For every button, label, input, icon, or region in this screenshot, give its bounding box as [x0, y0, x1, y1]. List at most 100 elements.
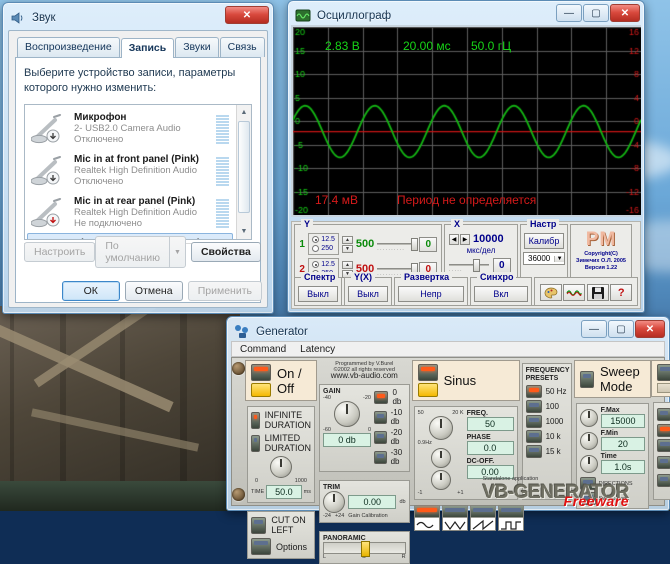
ok-button[interactable]: ОК — [61, 281, 120, 301]
list-item[interactable]: Mic in at rear panel (Pink) Realtek High… — [27, 191, 233, 233]
tab-recording[interactable]: Запись — [120, 38, 175, 58]
channel-2-range-a[interactable]: 12.5 — [312, 260, 335, 269]
sweep-mode-button[interactable]: Sweep Mode — [573, 360, 652, 398]
square-wave-button[interactable] — [497, 505, 524, 531]
maximize-button[interactable]: ▢ — [608, 320, 634, 338]
scrollbar-thumb[interactable] — [238, 121, 250, 213]
sound-window-controls[interactable]: ✕ — [225, 6, 269, 24]
x-zero-button[interactable]: 0 — [493, 258, 511, 273]
limited-duration-button[interactable]: LIMITED DURATION — [251, 433, 311, 453]
minimize-button[interactable]: — — [581, 320, 607, 338]
sample-rate-combo[interactable]: 36000 ▼ — [523, 252, 565, 265]
cancel-button[interactable]: Отмена — [124, 281, 183, 301]
preset-10k[interactable]: 10 k — [525, 430, 568, 443]
sweep-toggle-button[interactable]: Непр — [398, 286, 464, 302]
sync-toggle-button[interactable]: Вкл — [474, 286, 528, 302]
maximize-button[interactable]: ▢ — [583, 4, 609, 22]
palette-icon[interactable] — [539, 284, 562, 301]
fmin-knob[interactable] — [579, 431, 598, 450]
panoramic-slider[interactable] — [323, 541, 406, 557]
device-list-scrollbar[interactable]: ▲ ≡ ▼ — [236, 105, 251, 239]
infinite-duration-button[interactable]: INFINITE DURATION — [251, 410, 311, 430]
cut-on-left-button[interactable]: CUT ON LEFT — [251, 515, 311, 535]
scroll-up-icon[interactable]: ▲ — [237, 105, 251, 120]
close-button[interactable]: ✕ — [610, 4, 640, 22]
sinus-button[interactable]: Sinus — [411, 360, 520, 401]
set-default-split-button[interactable]: По умолчанию ▼ — [95, 236, 186, 268]
sawtooth-wave-button[interactable] — [469, 505, 496, 531]
noise-pink-180[interactable]: PINK 180° — [657, 439, 670, 452]
gain-preset-1[interactable]: -10 db — [374, 408, 406, 426]
channel-1-slider[interactable]: .......... — [377, 237, 419, 252]
configure-button[interactable]: Настроить — [24, 242, 96, 262]
preset-15k[interactable]: 15 k — [525, 445, 568, 458]
oscilloscope-window[interactable]: Осциллограф — ▢ ✕ 2.83 В 20.00 мс 50.0 г… — [287, 0, 645, 313]
dcoff-value[interactable]: 0.00 — [466, 465, 514, 479]
options-button[interactable]: Options — [251, 538, 311, 555]
channel-1-zero-button[interactable]: 0 — [419, 236, 437, 252]
duration-knob[interactable] — [270, 456, 292, 478]
directions-led[interactable] — [579, 477, 596, 490]
phase-value[interactable]: 0.0 — [466, 441, 514, 455]
noise-pink-0[interactable]: PINK 0° — [657, 424, 670, 437]
trim-knob[interactable] — [323, 491, 345, 513]
sound-dialog-window[interactable]: Звук ✕ Воспроизведение Запись Звуки Связ… — [2, 2, 274, 314]
gain-value[interactable]: 0 db — [323, 433, 371, 447]
apply-button[interactable]: Применить — [187, 281, 262, 301]
channel-1-range-radios[interactable]: 12.5 250 — [308, 233, 339, 255]
triangle-wave-button[interactable] — [441, 505, 468, 531]
save-icon[interactable] — [586, 284, 609, 301]
noise-button[interactable]: Noise — [651, 360, 670, 397]
tab-playback[interactable]: Воспроизведение — [17, 37, 120, 57]
set-default-button[interactable]: По умолчанию — [95, 236, 170, 268]
properties-button[interactable]: Свойства — [190, 242, 261, 262]
yx-toggle-button[interactable]: Выкл — [348, 286, 388, 302]
frequency-knob[interactable] — [428, 416, 453, 440]
menu-latency[interactable]: Latency — [300, 344, 335, 355]
time-value[interactable]: 50.0 — [266, 485, 302, 499]
channel-1-range-b[interactable]: 250 — [312, 244, 335, 253]
channel-1-row[interactable]: 1 12.5 250 ▲ ▼ 500 .......... 0 — [299, 233, 437, 255]
preset-50hz[interactable]: 50 Hz — [525, 385, 568, 398]
x-slider[interactable]: ..... — [449, 258, 489, 273]
help-icon[interactable]: ? — [610, 284, 633, 301]
list-item[interactable]: Mic in at front panel (Pink) Realtek Hig… — [27, 149, 233, 191]
x-stepper[interactable]: ◀ ▶ — [449, 233, 470, 245]
tab-sounds[interactable]: Звуки — [175, 37, 219, 57]
recording-device-list[interactable]: Микрофон 2- USB2.0 Camera Audio Отключен… — [24, 104, 252, 240]
noise-pink-stereo[interactable]: PINK STEREO — [657, 454, 670, 470]
sweep-time-value[interactable]: 1.0s — [600, 460, 646, 474]
preset-100[interactable]: 100 — [525, 400, 568, 413]
gain-knob[interactable] — [334, 401, 360, 427]
calibrate-button[interactable]: Калибр — [523, 233, 565, 249]
noise-31-sinus[interactable]: 31 Sinus 1/3 oct — [657, 472, 670, 488]
phase-knob[interactable] — [430, 448, 451, 468]
sound-titlebar[interactable]: Звук ✕ — [4, 4, 272, 31]
close-button[interactable]: ✕ — [225, 6, 269, 24]
freq-value[interactable]: 50 — [466, 417, 514, 431]
channel-1-range-a[interactable]: 12.5 — [312, 235, 335, 244]
power-button[interactable]: On / Off — [245, 360, 317, 401]
minimize-button[interactable]: — — [556, 4, 582, 22]
generator-window-controls[interactable]: — ▢ ✕ — [581, 320, 665, 338]
gain-preset-2[interactable]: -20 db — [374, 428, 406, 446]
spectrum-toggle-button[interactable]: Выкл — [298, 286, 338, 302]
generator-menubar[interactable]: Command Latency — [231, 341, 665, 357]
channel-1-spinner[interactable]: ▲ ▼ — [341, 235, 353, 253]
gain-preset-3[interactable]: -30 db — [374, 448, 406, 466]
dc-offset-knob[interactable] — [430, 470, 451, 490]
noise-dirac-pulse[interactable]: DIRAC PULSE — [657, 406, 670, 422]
oscilloscope-screen[interactable]: 2.83 В 20.00 мс 50.0 гЦ 17.4 мВ Период н… — [291, 25, 641, 217]
oscilloscope-window-controls[interactable]: — ▢ ✕ — [556, 4, 640, 22]
fmax-value[interactable]: 15000 — [600, 414, 646, 428]
list-item[interactable]: Микрофон 2- USB2.0 Camera Audio Отключен… — [27, 107, 233, 149]
sound-tabs[interactable]: Воспроизведение Запись Звуки Связь — [9, 31, 267, 58]
fmax-knob[interactable] — [579, 408, 598, 427]
gain-preset-0[interactable]: 0 db — [374, 388, 406, 406]
menu-command[interactable]: Command — [240, 344, 286, 355]
trim-value[interactable]: 0.00 — [348, 495, 397, 509]
sweep-time-knob[interactable] — [579, 454, 598, 473]
generator-window[interactable]: Generator — ▢ ✕ Command Latency On / Off — [226, 316, 670, 564]
close-button[interactable]: ✕ — [635, 320, 665, 338]
chevron-down-icon[interactable]: ▼ — [169, 236, 186, 268]
